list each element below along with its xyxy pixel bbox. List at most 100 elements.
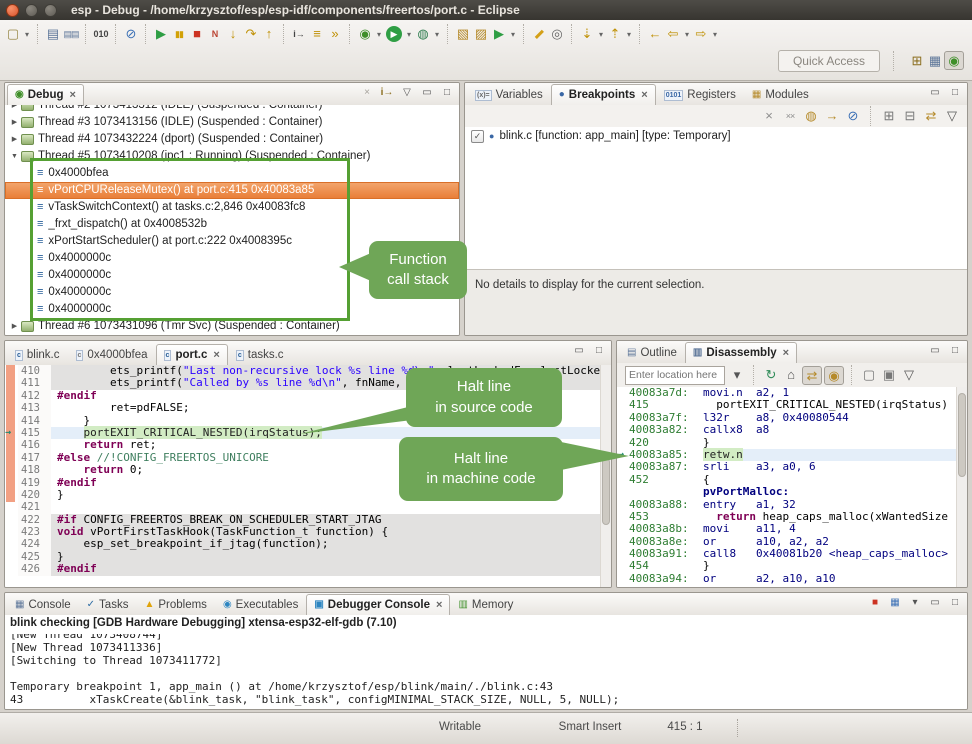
next-annotation-icon[interactable]: ⇡ [606,24,624,44]
debug-frame-row[interactable]: ≡0x4000000c [5,301,459,318]
last-edit-location-icon[interactable]: ⇣ [578,24,596,44]
location-input[interactable] [625,366,725,385]
new-wizard-icon[interactable]: ▢ [4,24,22,44]
show-breakpoints-for-icon[interactable]: ◍ [802,106,820,126]
editor-scrollbar[interactable] [600,365,611,587]
tab-console[interactable]: ▦Console [7,594,79,615]
new-wizard-dropdown-icon[interactable]: ▾ [22,30,32,39]
tab-variables[interactable]: (x)=Variables [467,84,551,105]
disassembly-line[interactable]: 40083a91:call8 0x40081b20 <heap_caps_mal… [617,548,957,560]
disassembly-scrollbar[interactable] [956,387,967,587]
disassembly-line[interactable]: 40083a82:callx8 a8 [617,424,957,436]
tab-close-icon[interactable]: × [641,89,647,101]
tab-debugger-console[interactable]: ▣Debugger Console× [306,594,450,615]
chevron-collapsed-icon[interactable]: ▶ [9,114,20,131]
debug-thread-row[interactable]: ▶Thread #6 1073431096 (Tmr Svc) (Suspend… [5,318,459,335]
open-perspective-icon[interactable]: ⊞ [908,51,926,71]
minimize-icon[interactable]: ▭ [926,343,944,359]
chevron-collapsed-icon[interactable]: ▶ [9,318,20,335]
run-icon[interactable]: ▶ [386,26,402,42]
chevron-collapsed-icon[interactable]: ▶ [9,105,20,114]
suspend-icon[interactable]: ▮▮ [170,24,188,44]
quick-access-input[interactable]: Quick Access [778,50,880,72]
tab-memory[interactable]: ▥Memory [450,594,521,615]
terminate-icon[interactable]: ■ [188,24,206,44]
refresh-icon[interactable]: ↻ [762,365,780,385]
view-menu-icon[interactable]: ▽ [943,106,961,126]
debug-icon[interactable]: ◉ [356,24,374,44]
next-annotation-dropdown-icon[interactable]: ▾ [624,30,634,39]
skip-all-breakpoints-icon[interactable]: ⊘ [122,24,140,44]
window-close-icon[interactable] [6,4,19,17]
tab-close-icon[interactable]: × [783,347,789,359]
debug-frame-row[interactable]: ≡vPortCPUReleaseMutex() at port.c:415 0x… [5,182,459,199]
track-expression-icon[interactable]: ◉ [824,366,844,385]
view-menu-icon[interactable]: ▽ [398,85,416,101]
debug-frame-row[interactable]: ≡_frxt_dispatch() at 0x4008532b [5,216,459,233]
step-over-icon[interactable]: ↷ [242,24,260,44]
debug-frame-row[interactable]: ≡0x4000bfea [5,165,459,182]
maximize-icon[interactable]: □ [946,85,964,101]
debug-thread-row[interactable]: ▶Thread #4 1073432224 (dport) (Suspended… [5,131,459,148]
tab-tasks[interactable]: ✓Tasks [79,594,137,615]
back-to-last-edit-icon[interactable]: ← [646,24,664,44]
disassembly-listing[interactable]: → 40083a7d:movi.n a2, 1415 portEXIT_CRIT… [617,387,957,587]
disassembly-scrollbar-thumb[interactable] [958,393,966,477]
view-menu-icon[interactable]: ▽ [900,365,918,385]
window-maximize-icon[interactable] [44,4,57,17]
debug-launch-tree[interactable]: ▶Thread #2 1073413312 (IDLE) (Suspended … [5,105,459,335]
back-history-icon[interactable]: ⇦ [664,24,682,44]
step-into-icon[interactable]: ↓ [224,24,242,44]
tab-close-icon[interactable]: × [213,349,219,361]
home-icon[interactable]: ⌂ [782,365,800,385]
cpp-perspective-icon[interactable]: ▦ [926,51,944,71]
profile-icon[interactable]: ◍ [414,24,432,44]
maximize-icon[interactable]: □ [946,595,964,611]
link-with-debug-view-icon[interactable]: ⇄ [922,106,940,126]
breakpoint-checkbox[interactable]: ✓ [471,130,484,143]
save-all-icon[interactable]: ▤▤ [62,24,80,44]
console-output[interactable]: [New Thread 1073408744][New Thread 10734… [5,634,967,709]
chevron-expanded-icon[interactable]: ▼ [9,148,20,165]
debug-frame-row[interactable]: ≡vTaskSwitchContext() at tasks.c:2,846 0… [5,199,459,216]
editor-line[interactable]: 424 esp_set_breakpoint_if_jtag(function)… [5,538,601,550]
save-icon[interactable]: ▤ [44,24,62,44]
instruction-stepping-icon[interactable]: i→ [378,85,396,101]
debug-thread-row[interactable]: ▶Thread #2 1073413312 (IDLE) (Suspended … [5,105,459,114]
debug-perspective-icon[interactable]: ◉ [944,51,964,70]
tab-disassembly[interactable]: ▥Disassembly× [685,342,797,363]
disassembly-line[interactable]: 40083a87:srli a3, a0, 6 [617,461,957,473]
tab-debug[interactable]: ◉Debug× [7,84,84,105]
tab-blink-c[interactable]: cblink.c [7,344,68,365]
forward-history-icon[interactable]: ⇨ [692,24,710,44]
skip-all-breakpoints-icon[interactable]: ⊘ [844,106,862,126]
remove-all-breakpoints-icon[interactable]: ×× [781,106,799,126]
debug-dropdown-icon[interactable]: ▾ [374,30,384,39]
maximize-icon[interactable]: □ [590,343,608,359]
profile-dropdown-icon[interactable]: ▾ [432,30,442,39]
minimize-icon[interactable]: ▭ [570,343,588,359]
step-return-icon[interactable]: ↑ [260,24,278,44]
instruction-step-icon[interactable]: i→ [290,24,308,44]
open-element-icon[interactable]: ▧ [454,24,472,44]
minimize-icon[interactable]: ▭ [926,595,944,611]
chevron-collapsed-icon[interactable]: ▶ [9,131,20,148]
go-to-file-icon[interactable]: → [823,106,841,126]
breakpoint-row[interactable]: ✓ ● blink.c [function: app_main] [type: … [465,127,967,145]
collapse-all-icon[interactable]: ⊟ [901,106,919,126]
binary-console-icon[interactable]: 010 [92,24,110,44]
tab-close-icon[interactable]: × [436,599,442,611]
tab-outline[interactable]: ▤Outline [619,342,685,363]
editor-line[interactable]: 426#endif [5,563,601,575]
location-dropdown-icon[interactable]: ▾ [728,365,746,385]
breakpoints-list[interactable]: ✓ ● blink.c [function: app_main] [type: … [465,127,967,269]
console-dropdown-icon[interactable]: ▾ [906,595,924,611]
maximize-icon[interactable]: □ [946,343,964,359]
external-tools-dropdown-icon[interactable]: ▾ [508,30,518,39]
tab-registers[interactable]: 0101Registers [656,84,744,105]
tab-port-c[interactable]: cport.c× [156,344,228,365]
instruction-stepping-mode-icon[interactable]: » [326,24,344,44]
tab-problems[interactable]: ▲Problems [136,594,214,615]
expand-all-icon[interactable]: ⊞ [880,106,898,126]
terminate-icon[interactable]: ■ [866,595,884,611]
